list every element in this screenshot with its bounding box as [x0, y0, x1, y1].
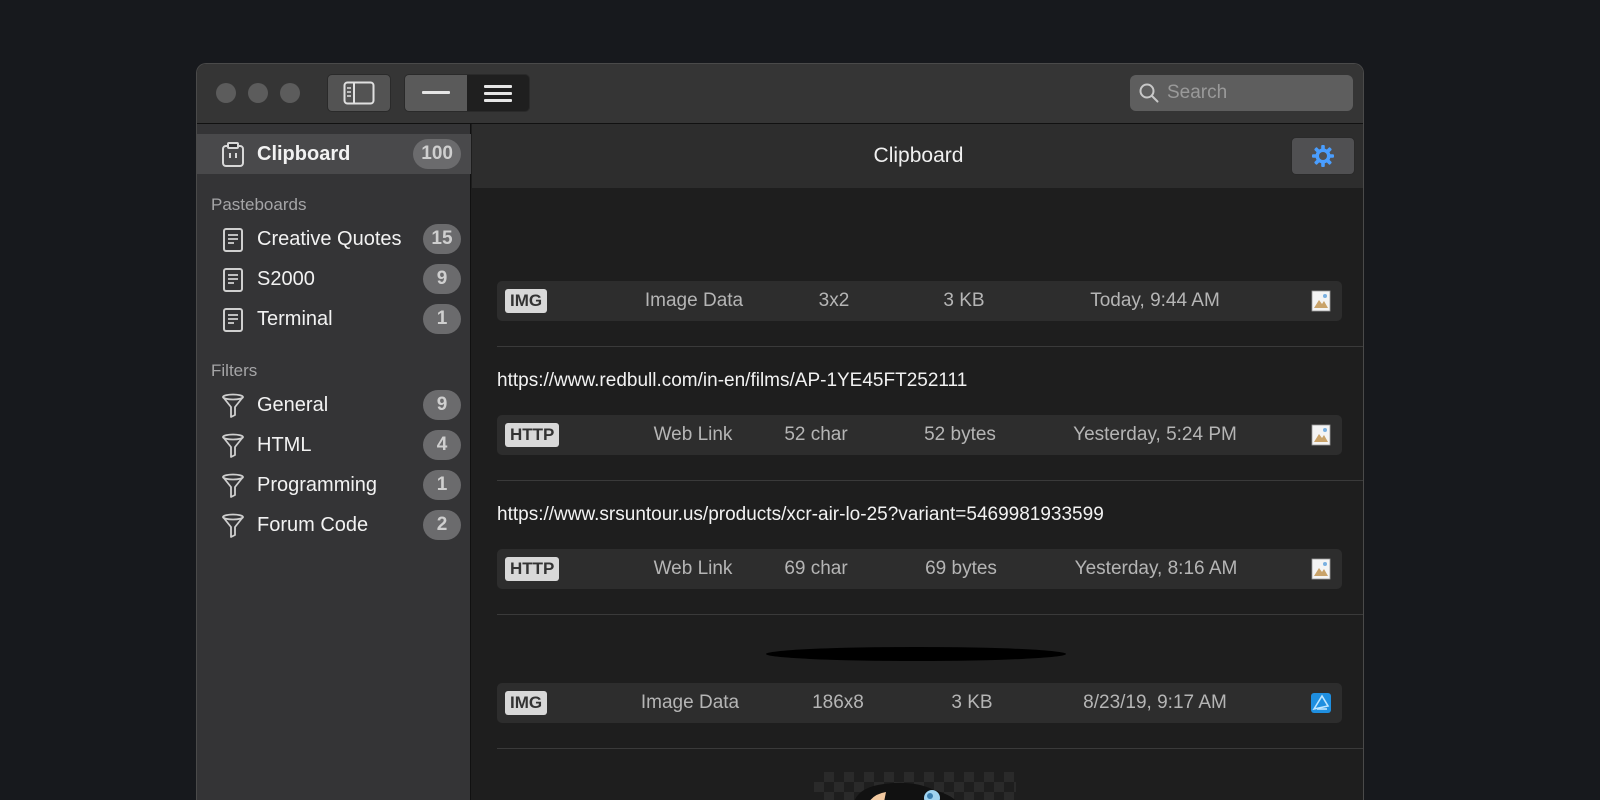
sidebar-item-clipboard[interactable]: Clipboard 100 [197, 134, 471, 174]
count-badge: 4 [423, 430, 461, 460]
image-preview[interactable] [766, 647, 1066, 661]
count-badge: 9 [423, 264, 461, 294]
app-window: Clipboard 100 Pasteboards Creative Quote… [196, 63, 1364, 800]
count-badge: 1 [423, 304, 461, 334]
sidebar: Clipboard 100 Pasteboards Creative Quote… [197, 124, 471, 800]
clip-size: 69 bytes [925, 558, 997, 579]
view-mode-segmented-control [404, 74, 530, 112]
count-badge: 100 [413, 139, 461, 169]
minimize-window-button[interactable] [248, 83, 268, 103]
clip-length: 69 char [784, 558, 848, 579]
pasteboard-icon [223, 308, 243, 332]
count-badge: 9 [423, 390, 461, 420]
clipboard-list-pane: Clipboard IMG Image Data 3x2 3 KB Today,… [472, 124, 1363, 800]
preview-app-icon [1311, 558, 1331, 580]
row-divider [497, 346, 1363, 347]
image-preview[interactable] [814, 772, 1016, 800]
row-divider [497, 480, 1363, 481]
count-badge: 15 [423, 224, 461, 254]
zoom-window-button[interactable] [280, 83, 300, 103]
clip-item-metadata[interactable]: HTTP Web Link 52 char 52 bytes Yesterday… [497, 415, 1342, 455]
type-tag: HTTP [505, 423, 560, 447]
search-input[interactable] [1167, 82, 1337, 104]
close-window-button[interactable] [216, 83, 236, 103]
funnel-icon [222, 433, 244, 458]
sidebar-item-programming[interactable]: Programming 1 [197, 465, 471, 505]
funnel-icon [222, 393, 244, 418]
sidebar-item-creative-quotes[interactable]: Creative Quotes 15 [197, 219, 471, 259]
clip-length: 52 char [784, 424, 848, 445]
type-tag: HTTP [505, 557, 560, 581]
clip-kind: Web Link [653, 424, 733, 445]
sidebar-item-label: S2000 [257, 267, 315, 290]
clip-item-metadata[interactable]: IMG Image Data 3x2 3 KB Today, 9:44 AM [497, 281, 1342, 321]
compact-view-button[interactable] [405, 75, 467, 111]
single-line-icon [422, 91, 450, 94]
sidebar-item-html[interactable]: HTML 4 [197, 425, 471, 465]
section-heading-pasteboards: Pasteboards [211, 195, 307, 214]
preview-app-icon [1311, 424, 1331, 446]
clip-text[interactable]: https://www.srsuntour.us/products/xcr-ai… [497, 504, 1104, 526]
list-view-button[interactable] [467, 75, 529, 111]
clip-size: 52 bytes [924, 424, 996, 445]
row-divider [497, 614, 1363, 615]
list-icon [484, 85, 512, 102]
titlebar [197, 64, 1363, 124]
count-badge: 1 [423, 470, 461, 500]
sidebar-item-label: Creative Quotes [257, 227, 402, 250]
pane-header: Clipboard [472, 124, 1363, 188]
affinity-app-icon [1311, 693, 1331, 713]
clip-size: 3 KB [943, 290, 985, 311]
toggle-sidebar-button[interactable] [327, 74, 391, 112]
search-field[interactable] [1130, 75, 1353, 111]
gear-icon [1312, 145, 1334, 167]
type-tag: IMG [505, 289, 548, 313]
settings-button[interactable] [1291, 137, 1355, 175]
search-icon [1139, 83, 1159, 103]
sidebar-item-forum-code[interactable]: Forum Code 2 [197, 505, 471, 545]
clip-item-metadata[interactable]: IMG Image Data 186x8 3 KB 8/23/19, 9:17 … [497, 683, 1342, 723]
clip-text[interactable]: https://www.redbull.com/in-en/films/AP-1… [497, 370, 967, 392]
section-heading-filters: Filters [211, 361, 258, 380]
clip-timestamp: Yesterday, 8:16 AM [1074, 558, 1238, 579]
clip-kind: Image Data [640, 692, 740, 713]
sidebar-item-label: HTML [257, 433, 312, 456]
clip-dimensions: 3x2 [818, 290, 850, 311]
funnel-icon [222, 473, 244, 498]
sidebar-item-label: Clipboard [257, 142, 351, 165]
preview-app-icon [1311, 290, 1331, 312]
type-tag: IMG [505, 691, 548, 715]
row-divider [497, 748, 1363, 749]
sidebar-item-label: General [257, 393, 329, 416]
sidebar-item-s2000[interactable]: S2000 9 [197, 259, 471, 299]
clip-item-metadata[interactable]: HTTP Web Link 69 char 69 bytes Yesterday… [497, 549, 1342, 589]
sidebar-item-label: Forum Code [257, 513, 369, 536]
clip-size: 3 KB [951, 692, 993, 713]
pasteboard-icon [223, 268, 243, 292]
count-badge: 2 [423, 510, 461, 540]
clipboard-icon [222, 142, 244, 167]
pasteboard-icon [223, 228, 243, 252]
sidebar-icon [343, 81, 375, 105]
clip-timestamp: Today, 9:44 AM [1090, 290, 1220, 311]
clip-kind: Image Data [644, 290, 744, 311]
sidebar-item-label: Terminal [257, 307, 333, 330]
funnel-icon [222, 513, 244, 538]
clip-kind: Web Link [653, 558, 733, 579]
clip-timestamp: Yesterday, 5:24 PM [1073, 424, 1237, 445]
clip-timestamp: 8/23/19, 9:17 AM [1083, 692, 1227, 713]
sidebar-item-terminal[interactable]: Terminal 1 [197, 299, 471, 339]
clip-dimensions: 186x8 [812, 692, 864, 713]
page-title: Clipboard [873, 144, 964, 167]
sidebar-item-general[interactable]: General 9 [197, 385, 471, 425]
sidebar-item-label: Programming [257, 473, 378, 496]
avatar-illustration [854, 782, 955, 800]
